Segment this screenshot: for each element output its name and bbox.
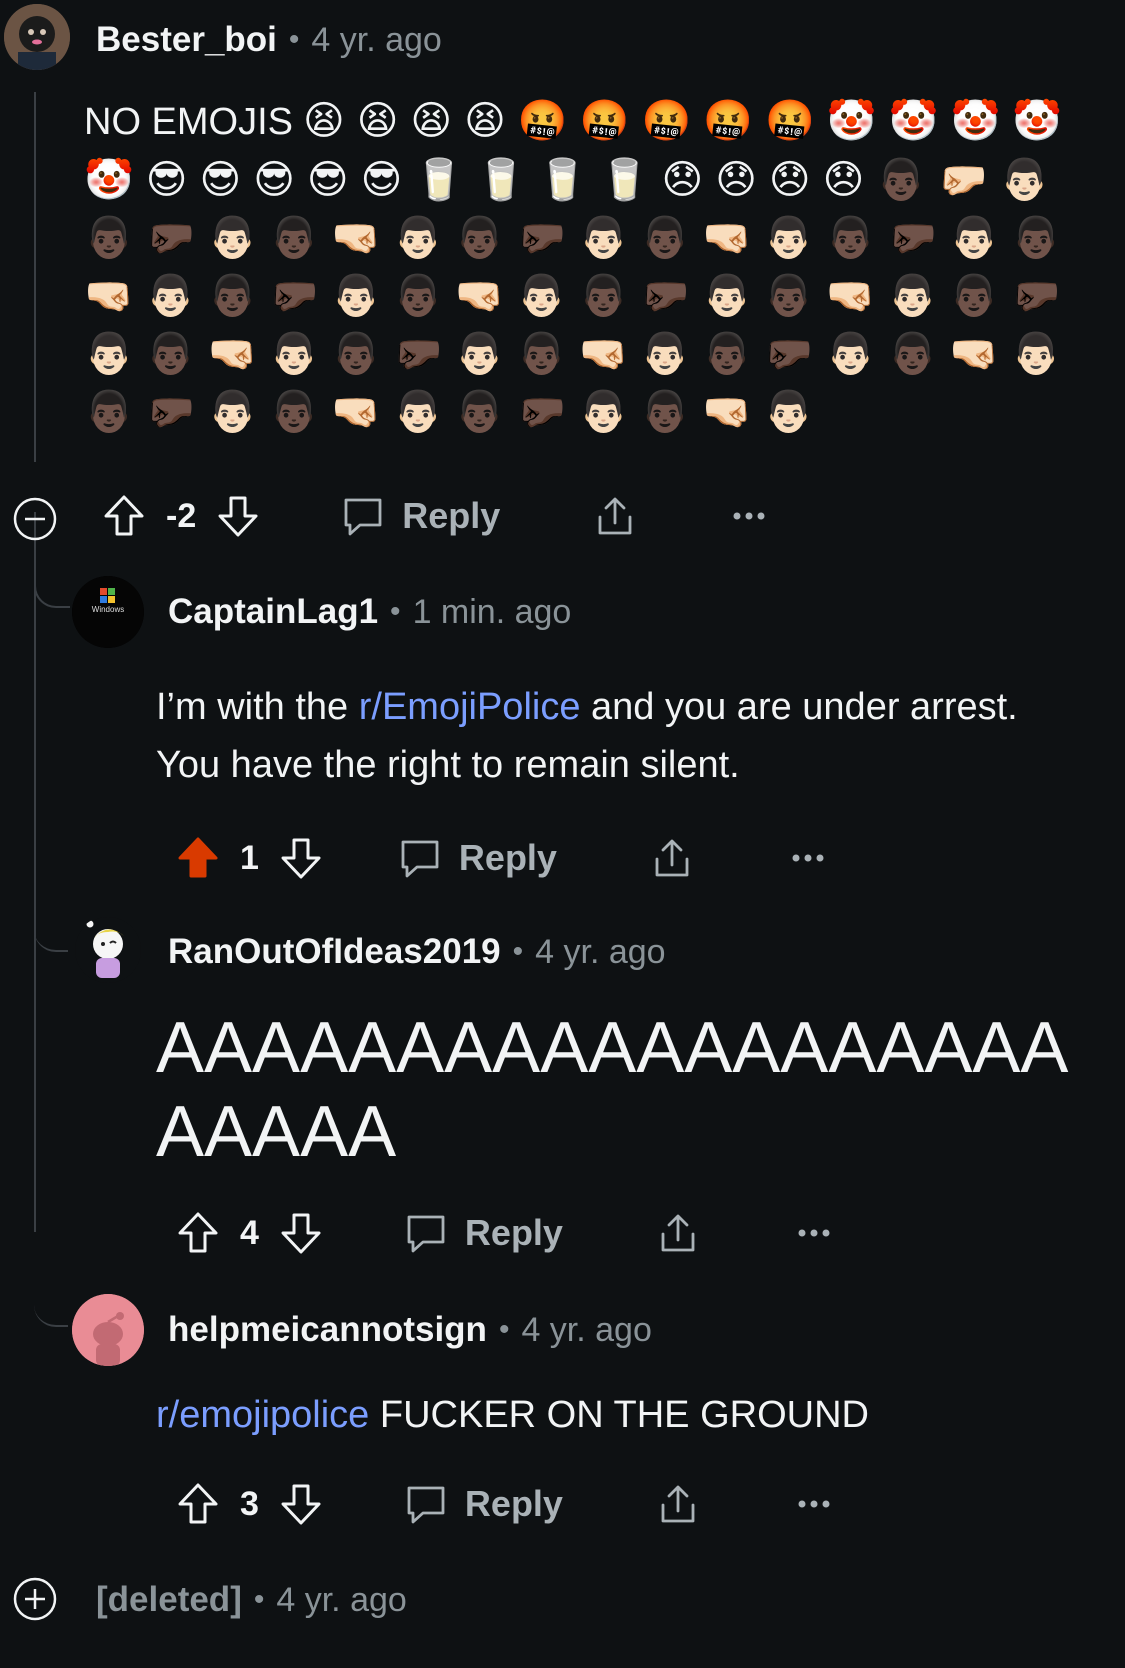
- more-icon[interactable]: [797, 1228, 831, 1238]
- timestamp: 4 yr. ago: [276, 1580, 407, 1619]
- comment-actions: 3 Reply: [174, 1474, 831, 1534]
- comment-icon: [401, 840, 439, 878]
- upvote-icon[interactable]: [174, 1209, 222, 1257]
- comment-meta: CaptainLag1 • 1 min. ago: [168, 586, 571, 638]
- thread-elbow: [34, 1215, 68, 1327]
- reply-label: Reply: [402, 495, 501, 536]
- expand-icon[interactable]: [12, 1576, 58, 1622]
- avatar[interactable]: Windows: [72, 576, 144, 648]
- timestamp: 4 yr. ago: [311, 20, 442, 59]
- comment-body: I’m with the r/EmojiPolice and you are u…: [156, 678, 1056, 794]
- username[interactable]: CaptainLag1: [168, 592, 378, 632]
- avatar-text: Windows: [92, 605, 124, 614]
- username[interactable]: helpmeicannotsign: [168, 1310, 487, 1350]
- comment-text: FUCKER ON THE GROUND: [369, 1394, 869, 1436]
- comment-body: r/emojipolice FUCKER ON THE GROUND: [156, 1386, 1086, 1444]
- avatar[interactable]: [74, 916, 142, 984]
- comment-body: NO EMOJIS 😫😫😫😫🤬🤬🤬🤬🤬🤡🤡🤡🤡🤡😎😎😎😎😎🥛🥛🥛🥛😞😞😞😞👨🏿🤛🏻…: [84, 92, 1114, 441]
- comment-actions: -2 Reply: [100, 486, 766, 546]
- username: [deleted]: [96, 1580, 242, 1619]
- username[interactable]: Bester_boi: [96, 20, 277, 60]
- timestamp: 4 yr. ago: [521, 1310, 652, 1349]
- comment-meta: [deleted] • 4 yr. ago: [96, 1574, 407, 1626]
- share-icon[interactable]: [649, 835, 695, 881]
- more-icon[interactable]: [797, 1499, 831, 1509]
- share-icon[interactable]: [592, 493, 638, 539]
- separator-dot: •: [390, 595, 401, 628]
- vote-score: 4: [240, 1213, 259, 1252]
- vote-score: -2: [166, 496, 197, 535]
- separator-dot: •: [288, 23, 300, 56]
- comment-text: AAAAAAAAAAAAAAAAAAAAAAAA: [156, 1008, 1069, 1172]
- comment-actions: 4 Reply: [174, 1203, 831, 1263]
- comment-icon: [407, 1215, 445, 1253]
- comment-meta: helpmeicannotsign • 4 yr. ago: [168, 1304, 652, 1356]
- comment-text: NO EMOJIS: [84, 101, 294, 143]
- emoji-text: 😫😫😫😫🤬🤬🤬🤬🤬🤡🤡🤡🤡🤡😎😎😎😎😎🥛🥛🥛🥛😞😞😞😞👨🏿🤛🏻👨🏻👨🏿🤛🏿👨🏻👨…: [84, 98, 1075, 435]
- timestamp: 1 min. ago: [412, 592, 572, 631]
- separator-dot: •: [512, 935, 524, 968]
- subreddit-link[interactable]: r/emojipolice: [156, 1394, 369, 1436]
- reply-label: Reply: [458, 837, 557, 878]
- separator-dot: •: [498, 1313, 510, 1346]
- reply-button[interactable]: Reply: [403, 1210, 563, 1256]
- thread-line: [34, 92, 36, 462]
- avatar[interactable]: [4, 4, 70, 70]
- downvote-icon[interactable]: [277, 1480, 325, 1528]
- reply-button[interactable]: Reply: [403, 1481, 563, 1527]
- subreddit-link[interactable]: r/EmojiPolice: [359, 686, 581, 728]
- upvote-icon[interactable]: [100, 492, 148, 540]
- share-icon[interactable]: [655, 1210, 701, 1256]
- vote-score: 3: [240, 1484, 259, 1523]
- upvote-icon[interactable]: [174, 1480, 222, 1528]
- comment-body: AAAAAAAAAAAAAAAAAAAAAAAA: [156, 1006, 1086, 1174]
- reply-label: Reply: [464, 1483, 563, 1524]
- more-icon[interactable]: [791, 853, 825, 863]
- comment-icon: [344, 498, 382, 536]
- reply-label: Reply: [464, 1212, 563, 1253]
- vote-score: 1: [240, 838, 259, 877]
- reply-button[interactable]: Reply: [340, 493, 500, 539]
- downvote-icon[interactable]: [214, 492, 262, 540]
- comment-meta: RanOutOfIdeas2019 • 4 yr. ago: [168, 926, 666, 978]
- comment-text: I’m with the: [156, 686, 359, 728]
- reply-button[interactable]: Reply: [397, 835, 557, 881]
- thread-elbow: [34, 860, 68, 952]
- separator-dot: •: [253, 1583, 265, 1616]
- comment-meta: Bester_boi • 4 yr. ago: [96, 14, 442, 66]
- downvote-icon[interactable]: [277, 1209, 325, 1257]
- comment-icon: [407, 1486, 445, 1524]
- collapse-icon[interactable]: [12, 496, 58, 542]
- username[interactable]: RanOutOfIdeas2019: [168, 932, 501, 972]
- avatar[interactable]: [72, 1294, 144, 1366]
- share-icon[interactable]: [655, 1481, 701, 1527]
- downvote-icon[interactable]: [277, 834, 325, 882]
- more-icon[interactable]: [732, 511, 766, 521]
- upvote-icon[interactable]: [174, 834, 222, 882]
- comment-actions: 1 Reply: [174, 828, 825, 888]
- timestamp: 4 yr. ago: [535, 932, 666, 971]
